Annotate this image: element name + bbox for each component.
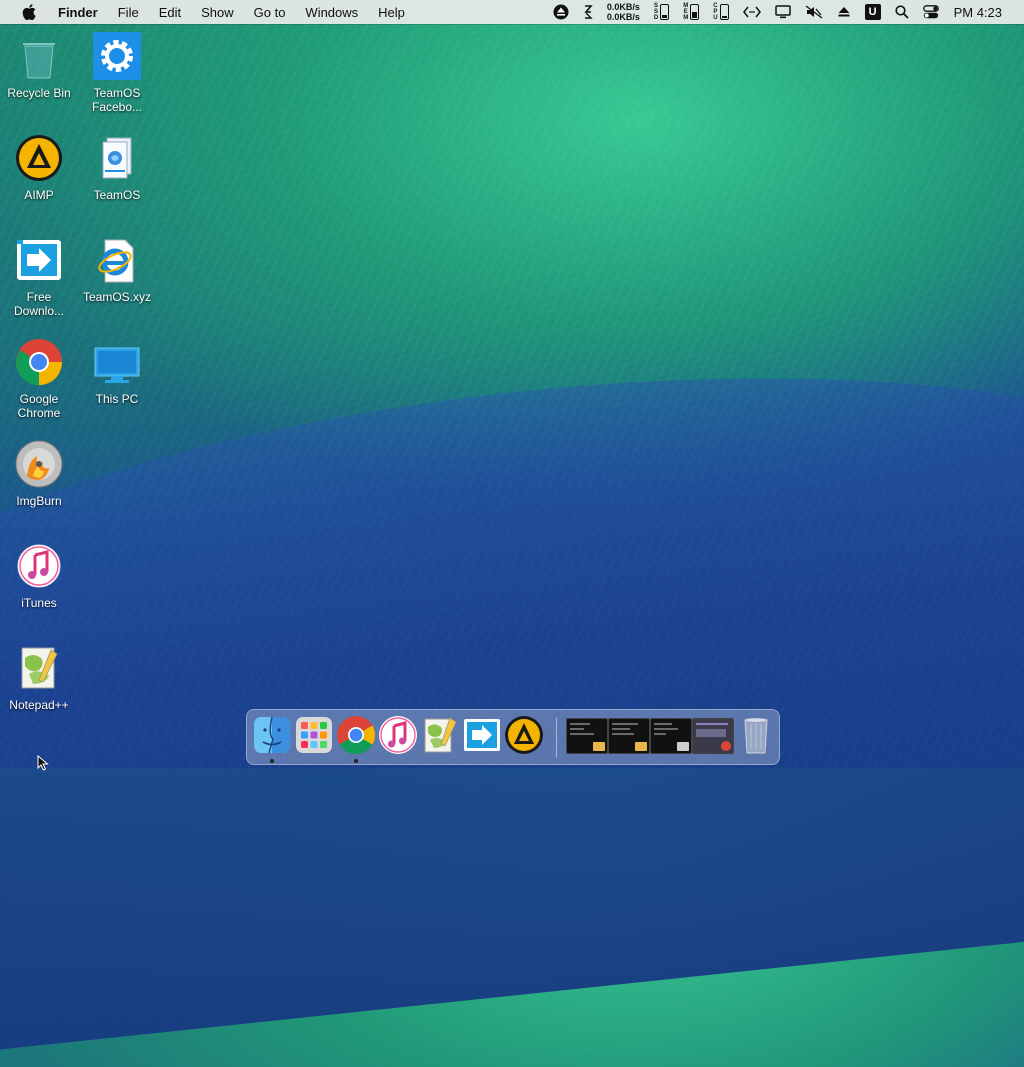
- chrome-icon: [13, 338, 65, 390]
- desktop-icon-label: Notepad++: [9, 698, 69, 712]
- menu-windows[interactable]: Windows: [295, 5, 368, 20]
- dock-separator: [556, 718, 557, 758]
- document-icon: [91, 134, 143, 186]
- status-area: 0.0KB/s 0.0KB/s SSD MEM CPU U PM 4:23: [546, 0, 1024, 24]
- menu-show[interactable]: Show: [191, 5, 244, 20]
- desktop-icon-label: Free Downlo...: [13, 290, 65, 318]
- dock-chrome[interactable]: [336, 715, 376, 763]
- dock: [246, 709, 780, 765]
- mute-icon[interactable]: [805, 0, 823, 24]
- menu-edit[interactable]: Edit: [149, 5, 191, 20]
- dock-notepad-plus-plus[interactable]: [420, 715, 460, 755]
- trash-icon: [744, 718, 768, 754]
- aimp-icon: [505, 716, 543, 754]
- desktop-icon-label: Google Chrome: [17, 392, 61, 420]
- desktop-icon-notepadpp[interactable]: Notepad++: [0, 644, 78, 712]
- chrome-icon: [721, 741, 731, 751]
- notepad-plus-plus-icon: [424, 717, 457, 753]
- dock-aimp[interactable]: [504, 715, 544, 755]
- download-arrow-icon: [13, 236, 65, 288]
- dock-itunes[interactable]: [378, 715, 418, 755]
- disc-flame-icon: [13, 440, 65, 492]
- dock-window-thumbnail-2[interactable]: [608, 718, 650, 754]
- menu-bar: Finder File Edit Show Go to Windows Help…: [0, 0, 1024, 24]
- memory-icon[interactable]: MEM: [683, 0, 700, 24]
- dock-free-download-manager[interactable]: [462, 715, 502, 755]
- desktop-icon-imgburn[interactable]: ImgBurn: [0, 440, 78, 508]
- running-indicator: [270, 759, 274, 763]
- menu-file[interactable]: File: [108, 5, 149, 20]
- desktop-icon-teamos[interactable]: TeamOS: [78, 134, 156, 202]
- dock-trash[interactable]: [736, 715, 776, 755]
- menu-help[interactable]: Help: [368, 5, 415, 20]
- desktop-icon-label: TeamOS: [93, 188, 141, 202]
- desktop-icon-itunes[interactable]: iTunes: [0, 542, 78, 610]
- itunes-icon: [379, 716, 417, 754]
- sync-icon[interactable]: [583, 0, 593, 24]
- eject-menu-icon[interactable]: [837, 0, 851, 24]
- desktop-icon-label: This PC: [95, 392, 139, 406]
- download-arrow-icon: [464, 719, 500, 751]
- desktop-icon-recycle-bin[interactable]: Recycle Bin: [0, 32, 78, 100]
- desktop-icon-this-pc[interactable]: This PC: [78, 338, 156, 406]
- menu-clock[interactable]: PM 4:23: [954, 0, 1002, 24]
- control-center-icon[interactable]: [922, 0, 939, 24]
- notepad-plus-plus-icon: [13, 644, 65, 696]
- running-indicator: [354, 759, 358, 763]
- desktop-icon-google-chrome[interactable]: Google Chrome: [0, 338, 78, 420]
- code-icon[interactable]: [742, 0, 761, 24]
- net-up-speed: 0.0KB/s: [606, 2, 640, 12]
- desktop-icon-free-download[interactable]: Free Downlo...: [0, 236, 78, 318]
- menu-app-name[interactable]: Finder: [50, 5, 108, 20]
- eject-icon[interactable]: [553, 0, 569, 24]
- desktop-icon-label: ImgBurn: [16, 494, 62, 508]
- dock-launchpad[interactable]: [294, 715, 334, 755]
- drive-cpu-icon[interactable]: CPU: [713, 0, 729, 24]
- desktop-icon-teamos-facebook[interactable]: TeamOS Facebo...: [78, 32, 156, 114]
- drive-c-icon[interactable]: SSD: [654, 0, 670, 24]
- menu-go-to[interactable]: Go to: [244, 5, 296, 20]
- recycle-bin-icon: [13, 32, 65, 84]
- desktop-icon-label: iTunes: [21, 596, 57, 610]
- drive-icon: [677, 742, 689, 751]
- launchpad-icon: [296, 717, 332, 753]
- network-speed[interactable]: 0.0KB/s 0.0KB/s: [607, 0, 640, 24]
- aimp-icon: [13, 134, 65, 186]
- finder-icon: [254, 716, 290, 754]
- dock-window-thumbnail-3[interactable]: [650, 718, 692, 754]
- folder-icon: [635, 742, 647, 751]
- desktop-icon-teamos-xyz[interactable]: TeamOS.xyz: [78, 236, 156, 304]
- net-down-speed: 0.0KB/s: [606, 12, 640, 22]
- apple-menu-icon[interactable]: [22, 4, 38, 20]
- desktop-icon-label: Recycle Bin: [7, 86, 71, 100]
- itunes-icon: [13, 542, 65, 594]
- search-icon[interactable]: [894, 0, 909, 24]
- dock-window-thumbnail-4[interactable]: [692, 718, 734, 754]
- dock-finder[interactable]: [252, 715, 292, 763]
- gear-icon: [91, 32, 143, 84]
- desktop-icon-label: AIMP: [24, 188, 54, 202]
- folder-icon: [593, 742, 605, 751]
- display-icon[interactable]: [774, 0, 791, 24]
- desktop-icon-label: TeamOS.xyz: [82, 290, 151, 304]
- u-icon[interactable]: U: [864, 0, 881, 24]
- wallpaper-wave: [0, 313, 1024, 1067]
- dock-window-thumbnail-1[interactable]: [566, 718, 608, 754]
- monitor-icon: [91, 338, 143, 390]
- mouse-cursor-icon: [37, 754, 49, 776]
- desktop-icon-label: TeamOS Facebo...: [91, 86, 143, 114]
- chrome-icon: [337, 716, 376, 755]
- internet-explorer-icon: [91, 236, 143, 288]
- desktop-icon-aimp[interactable]: AIMP: [0, 134, 78, 202]
